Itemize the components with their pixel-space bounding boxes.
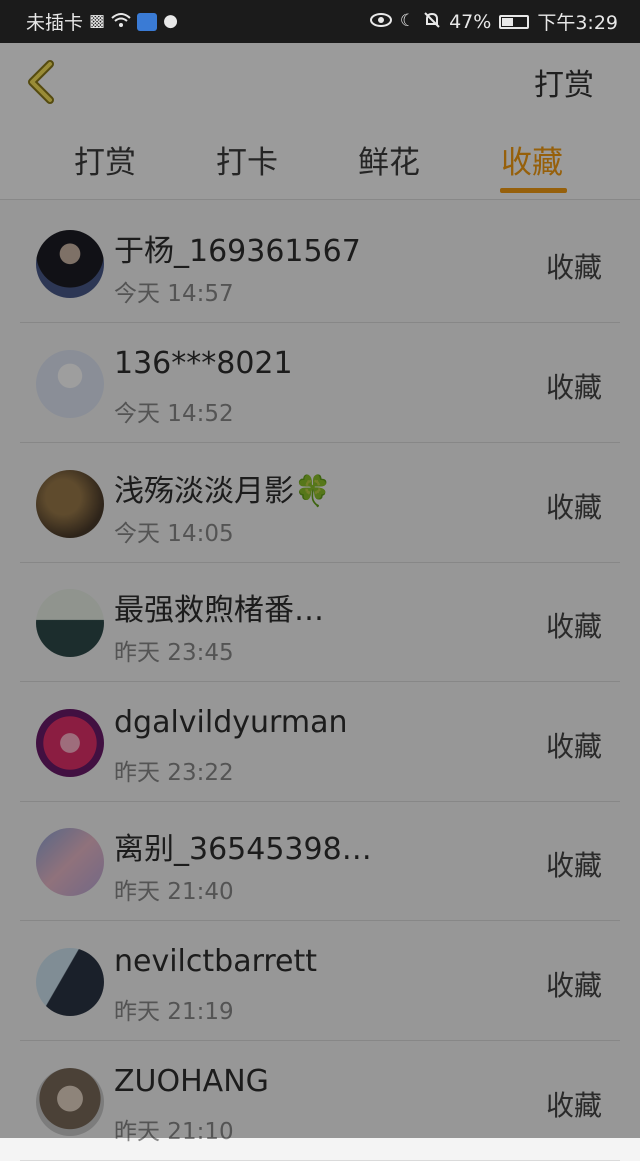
sim-alert-icon: ▩ (89, 11, 106, 31)
timestamp: 昨天 21:10 (114, 1119, 234, 1145)
action-label: 收藏 (545, 491, 602, 524)
avatar (36, 589, 104, 657)
timestamp: 昨天 23:45 (114, 640, 234, 666)
avatar (36, 350, 104, 418)
avatar (36, 828, 104, 896)
avatar (36, 709, 104, 777)
user-name: 最强救煦楮番… (114, 593, 324, 628)
action-label: 收藏 (545, 1089, 602, 1122)
clock: 下午3:29 (537, 12, 618, 34)
action-label: 收藏 (545, 849, 602, 882)
list-item[interactable]: 最强救煦楮番… 昨天 23:45 收藏 (0, 563, 640, 682)
user-name: 离别_36545398… (114, 832, 372, 867)
status-bar: 未插卡 ▩ ● ☾ 47% 下午3:29 (0, 0, 640, 43)
action-label: 收藏 (545, 610, 602, 643)
tab-checkin[interactable]: 打卡 (216, 137, 278, 182)
user-name: 136***8021 (114, 346, 293, 381)
user-name: 于杨_169361567 (114, 234, 361, 269)
timestamp: 今天 14:05 (114, 521, 234, 547)
list-item[interactable]: 浅殇淡淡月影🍀 今天 14:05 收藏 (0, 444, 640, 563)
timestamp: 昨天 23:22 (114, 760, 234, 786)
timestamp: 昨天 21:40 (114, 879, 234, 905)
avatar (36, 230, 104, 298)
list-item[interactable]: nevilctbarrett 昨天 21:19 收藏 (0, 922, 640, 1041)
avatar (36, 1068, 104, 1136)
carrier-label: 未插卡 (26, 12, 84, 34)
avatar (36, 470, 104, 538)
action-label: 收藏 (545, 969, 602, 1002)
list-item[interactable]: 离别_36545398… 昨天 21:40 收藏 (0, 802, 640, 921)
active-tab-indicator (500, 188, 567, 193)
user-name: dgalvildyurman (114, 705, 348, 740)
divider (0, 199, 640, 200)
user-name: ZUOHANG (114, 1064, 269, 1099)
action-label: 收藏 (545, 371, 602, 404)
tab-reward[interactable]: 打赏 (74, 137, 136, 182)
timestamp: 今天 14:52 (114, 401, 234, 427)
list-item[interactable]: dgalvildyurman 昨天 23:22 收藏 (0, 683, 640, 802)
timestamp: 昨天 21:19 (114, 999, 234, 1025)
tab-favorites[interactable]: 收藏 (501, 137, 563, 182)
reward-header-button[interactable]: 打赏 (534, 60, 594, 104)
list-item[interactable]: 136***8021 今天 14:52 收藏 (0, 324, 640, 443)
user-name: 浅殇淡淡月影🍀 (114, 474, 332, 509)
action-label: 收藏 (545, 251, 602, 284)
eye-icon (369, 12, 392, 31)
bulb-icon: ● (163, 11, 178, 31)
action-label: 收藏 (545, 730, 602, 763)
battery-percent: 47% (449, 10, 492, 33)
user-name: nevilctbarrett (114, 944, 318, 979)
battery-icon (499, 14, 530, 29)
avatar (36, 948, 104, 1016)
list-item[interactable]: ZUOHANG 昨天 21:10 收藏 (0, 1042, 640, 1161)
moon-icon: ☾ (399, 11, 416, 31)
wifi-icon (111, 12, 131, 32)
chevron-left-icon (28, 60, 54, 104)
tab-flowers[interactable]: 鲜花 (358, 137, 420, 182)
timestamp: 今天 14:57 (114, 281, 234, 307)
app-notification-icon (137, 12, 158, 31)
list-item[interactable]: 于杨_169361567 今天 14:57 收藏 (0, 204, 640, 323)
bell-off-icon (423, 11, 441, 33)
back-button[interactable] (24, 58, 60, 106)
